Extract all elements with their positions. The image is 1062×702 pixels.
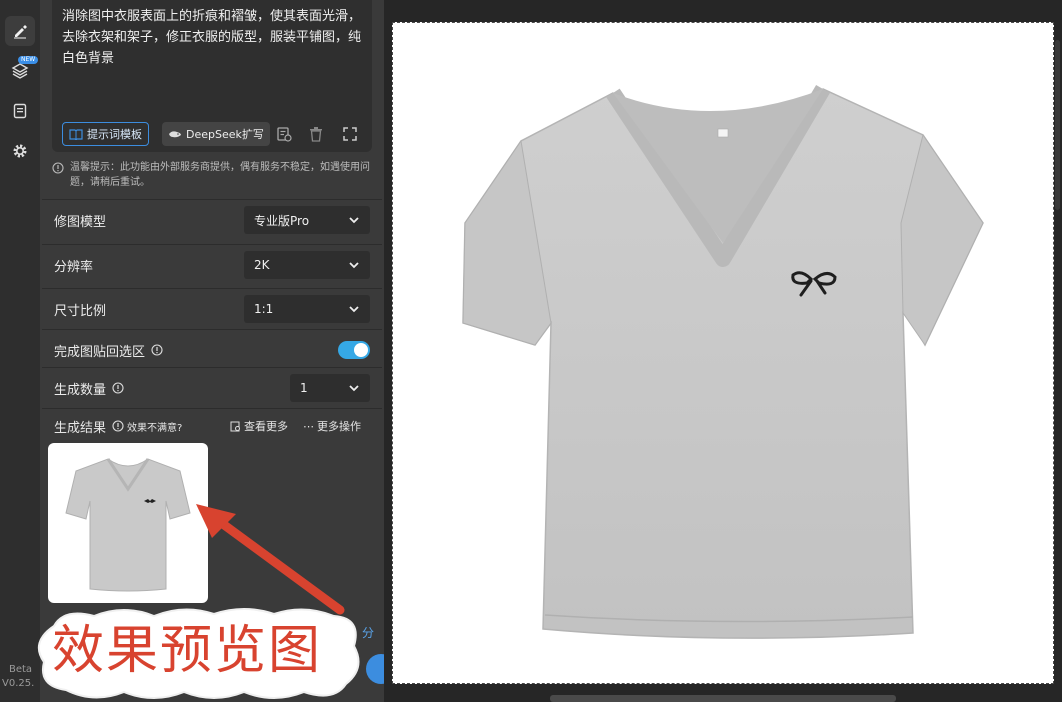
resolution-value: 2K [254,258,270,272]
prompt-textarea[interactable]: 消除图中衣服表面上的折痕和褶皱，使其表面光滑，去除衣架和架子，修正衣服的版型，服… [52,0,372,152]
service-notice-text: 温馨提示：此功能由外部服务商提供，偶有服务不稳定，如遇使用问题，请稍后重试。 [70,162,370,188]
horizontal-scrollbar[interactable] [550,695,896,702]
info-icon [52,162,64,174]
paste-back-row: 完成图贴回选区 [42,329,382,370]
tshirt-thumbnail-image [65,458,191,592]
whale-icon [169,131,181,138]
results-title: 生成结果 [54,420,107,436]
canvas-area[interactable] [384,0,1062,702]
results-divider [42,408,382,410]
expand-icon [343,127,357,141]
trash-icon [310,127,322,142]
service-notice: 温馨提示：此功能由外部服务商提供，偶有服务不稳定，如遇使用问题，请稍后重试。 [52,160,372,190]
chevron-down-icon [349,306,359,313]
paste-back-label: 完成图贴回选区 [54,344,146,360]
history-icon [277,127,292,142]
preview-caption: 效果预览图 [52,621,323,681]
model-row: 修图模型 专业版Pro [42,199,382,240]
ratio-row: 尺寸比例 1:1 [42,288,382,329]
info-icon[interactable] [112,382,124,394]
history-button[interactable] [274,124,294,144]
ratio-select[interactable]: 1:1 [244,295,370,323]
more-actions-button[interactable]: ⋯ 更多操作 [303,418,361,434]
arrow-annotation [196,504,345,615]
count-row: 生成数量 1 [42,367,382,408]
chevron-down-icon [349,385,359,392]
deepseek-expand-label: DeepSeek扩写 [186,128,264,141]
book-icon [69,129,83,140]
model-label: 修图模型 [54,214,107,230]
count-label-wrap: 生成数量 [54,379,124,398]
edit-tool-button[interactable] [5,16,35,46]
new-badge: NEW [18,56,39,64]
resolution-label: 分辨率 [54,259,94,275]
view-more-icon [230,421,240,431]
layers-icon [11,63,29,79]
info-icon[interactable] [151,344,163,356]
clear-button[interactable] [306,124,326,144]
resolution-select[interactable]: 2K [244,251,370,279]
count-select[interactable]: 1 [290,374,370,402]
prompt-template-button[interactable]: 提示词模板 [62,122,149,146]
deepseek-expand-button[interactable]: DeepSeek扩写 [162,122,270,146]
view-more-button[interactable]: 查看更多 [230,418,288,434]
results-header: 生成结果 效果不满意? 查看更多 ⋯ 更多操作 [54,416,380,436]
more-actions-label: 更多操作 [317,420,361,433]
fullscreen-button[interactable] [340,124,360,144]
unsatisfied-link[interactable]: 效果不满意? [127,419,182,434]
settings-tool-button[interactable] [5,136,35,166]
left-toolbar: NEW Beta V0.25. [0,0,40,702]
document-icon [13,103,27,119]
vertical-scrollbar[interactable] [1055,40,1060,210]
image-stage[interactable] [392,22,1054,684]
result-thumbnail[interactable] [48,443,208,603]
chevron-down-icon [349,262,359,269]
version-line-2: V0.25. [2,678,35,689]
edit-icon [14,25,27,39]
prompt-template-label: 提示词模板 [87,128,142,141]
resolution-row: 分辨率 2K [42,244,382,285]
ratio-value: 1:1 [254,302,274,316]
model-value: 专业版Pro [254,213,310,228]
version-line-1: Beta [9,664,33,675]
paste-back-label-wrap: 完成图贴回选区 [54,341,163,360]
gear-icon [13,144,27,158]
model-select[interactable]: 专业版Pro [244,206,370,234]
chevron-down-icon [349,217,359,224]
paste-back-toggle[interactable] [338,341,370,359]
document-tool-button[interactable] [5,96,35,126]
ratio-label: 尺寸比例 [54,303,107,319]
toggle-knob [354,343,368,357]
prompt-text[interactable]: 消除图中衣服表面上的折痕和褶皱，使其表面光滑，去除衣架和架子，修正衣服的版型，服… [62,6,362,69]
tshirt-image [462,84,984,639]
info-icon[interactable] [112,420,124,432]
count-label: 生成数量 [54,382,107,398]
view-more-label: 查看更多 [244,420,288,433]
version-label: Beta V0.25. [2,663,34,691]
ellipsis-icon: ⋯ [303,419,314,433]
count-value: 1 [300,381,308,395]
